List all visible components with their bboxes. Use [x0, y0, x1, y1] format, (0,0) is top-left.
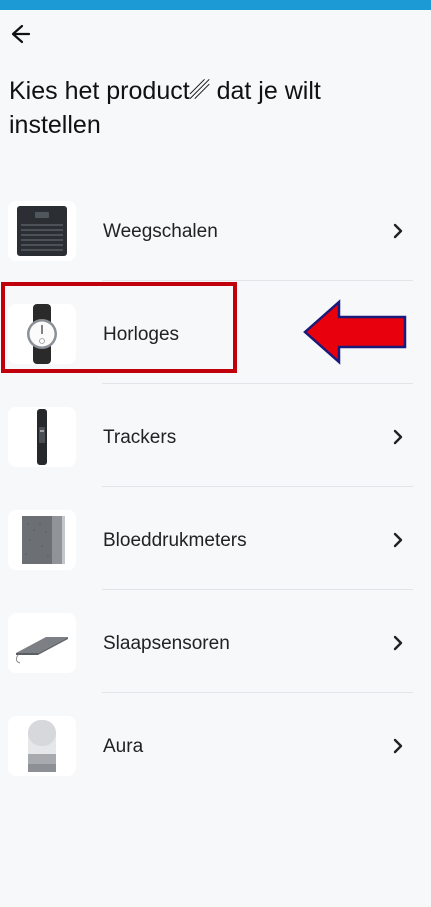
product-label: Weegschalen — [103, 221, 218, 242]
blood-pressure-icon — [8, 510, 76, 570]
product-row-aura[interactable]: Aura — [0, 693, 431, 796]
product-label: Bloeddrukmeters — [103, 530, 247, 551]
product-label: Slaapsensoren — [103, 633, 230, 654]
red-arrow-annotation — [303, 299, 407, 365]
product-row-bloeddrukmeters[interactable]: Bloeddrukmeters — [0, 487, 431, 590]
chevron-right-icon — [393, 635, 403, 651]
chevron-right-icon — [393, 429, 403, 445]
sleep-sensor-icon — [8, 613, 76, 673]
highlight-box — [1, 282, 237, 373]
back-arrow-icon — [11, 24, 31, 44]
product-row-weegschalen[interactable]: Weegschalen — [0, 178, 431, 281]
scale-icon — [8, 201, 76, 261]
page-title: Kies het product␥ dat je wilt instellen — [9, 77, 321, 139]
back-button[interactable] — [6, 20, 34, 48]
tracker-icon — [8, 407, 76, 467]
chevron-right-icon — [393, 738, 403, 754]
status-bar — [0, 0, 431, 10]
product-label: Trackers — [103, 427, 177, 448]
product-label: Aura — [103, 736, 144, 757]
product-row-slaapsensoren[interactable]: Slaapsensoren — [0, 590, 431, 693]
product-row-trackers[interactable]: Trackers — [0, 384, 431, 487]
product-list: Weegschalen Horloges Trackers Bloeddrukm… — [0, 178, 431, 796]
chevron-right-icon — [393, 223, 403, 239]
chevron-right-icon — [393, 532, 403, 548]
aura-icon — [8, 716, 76, 776]
